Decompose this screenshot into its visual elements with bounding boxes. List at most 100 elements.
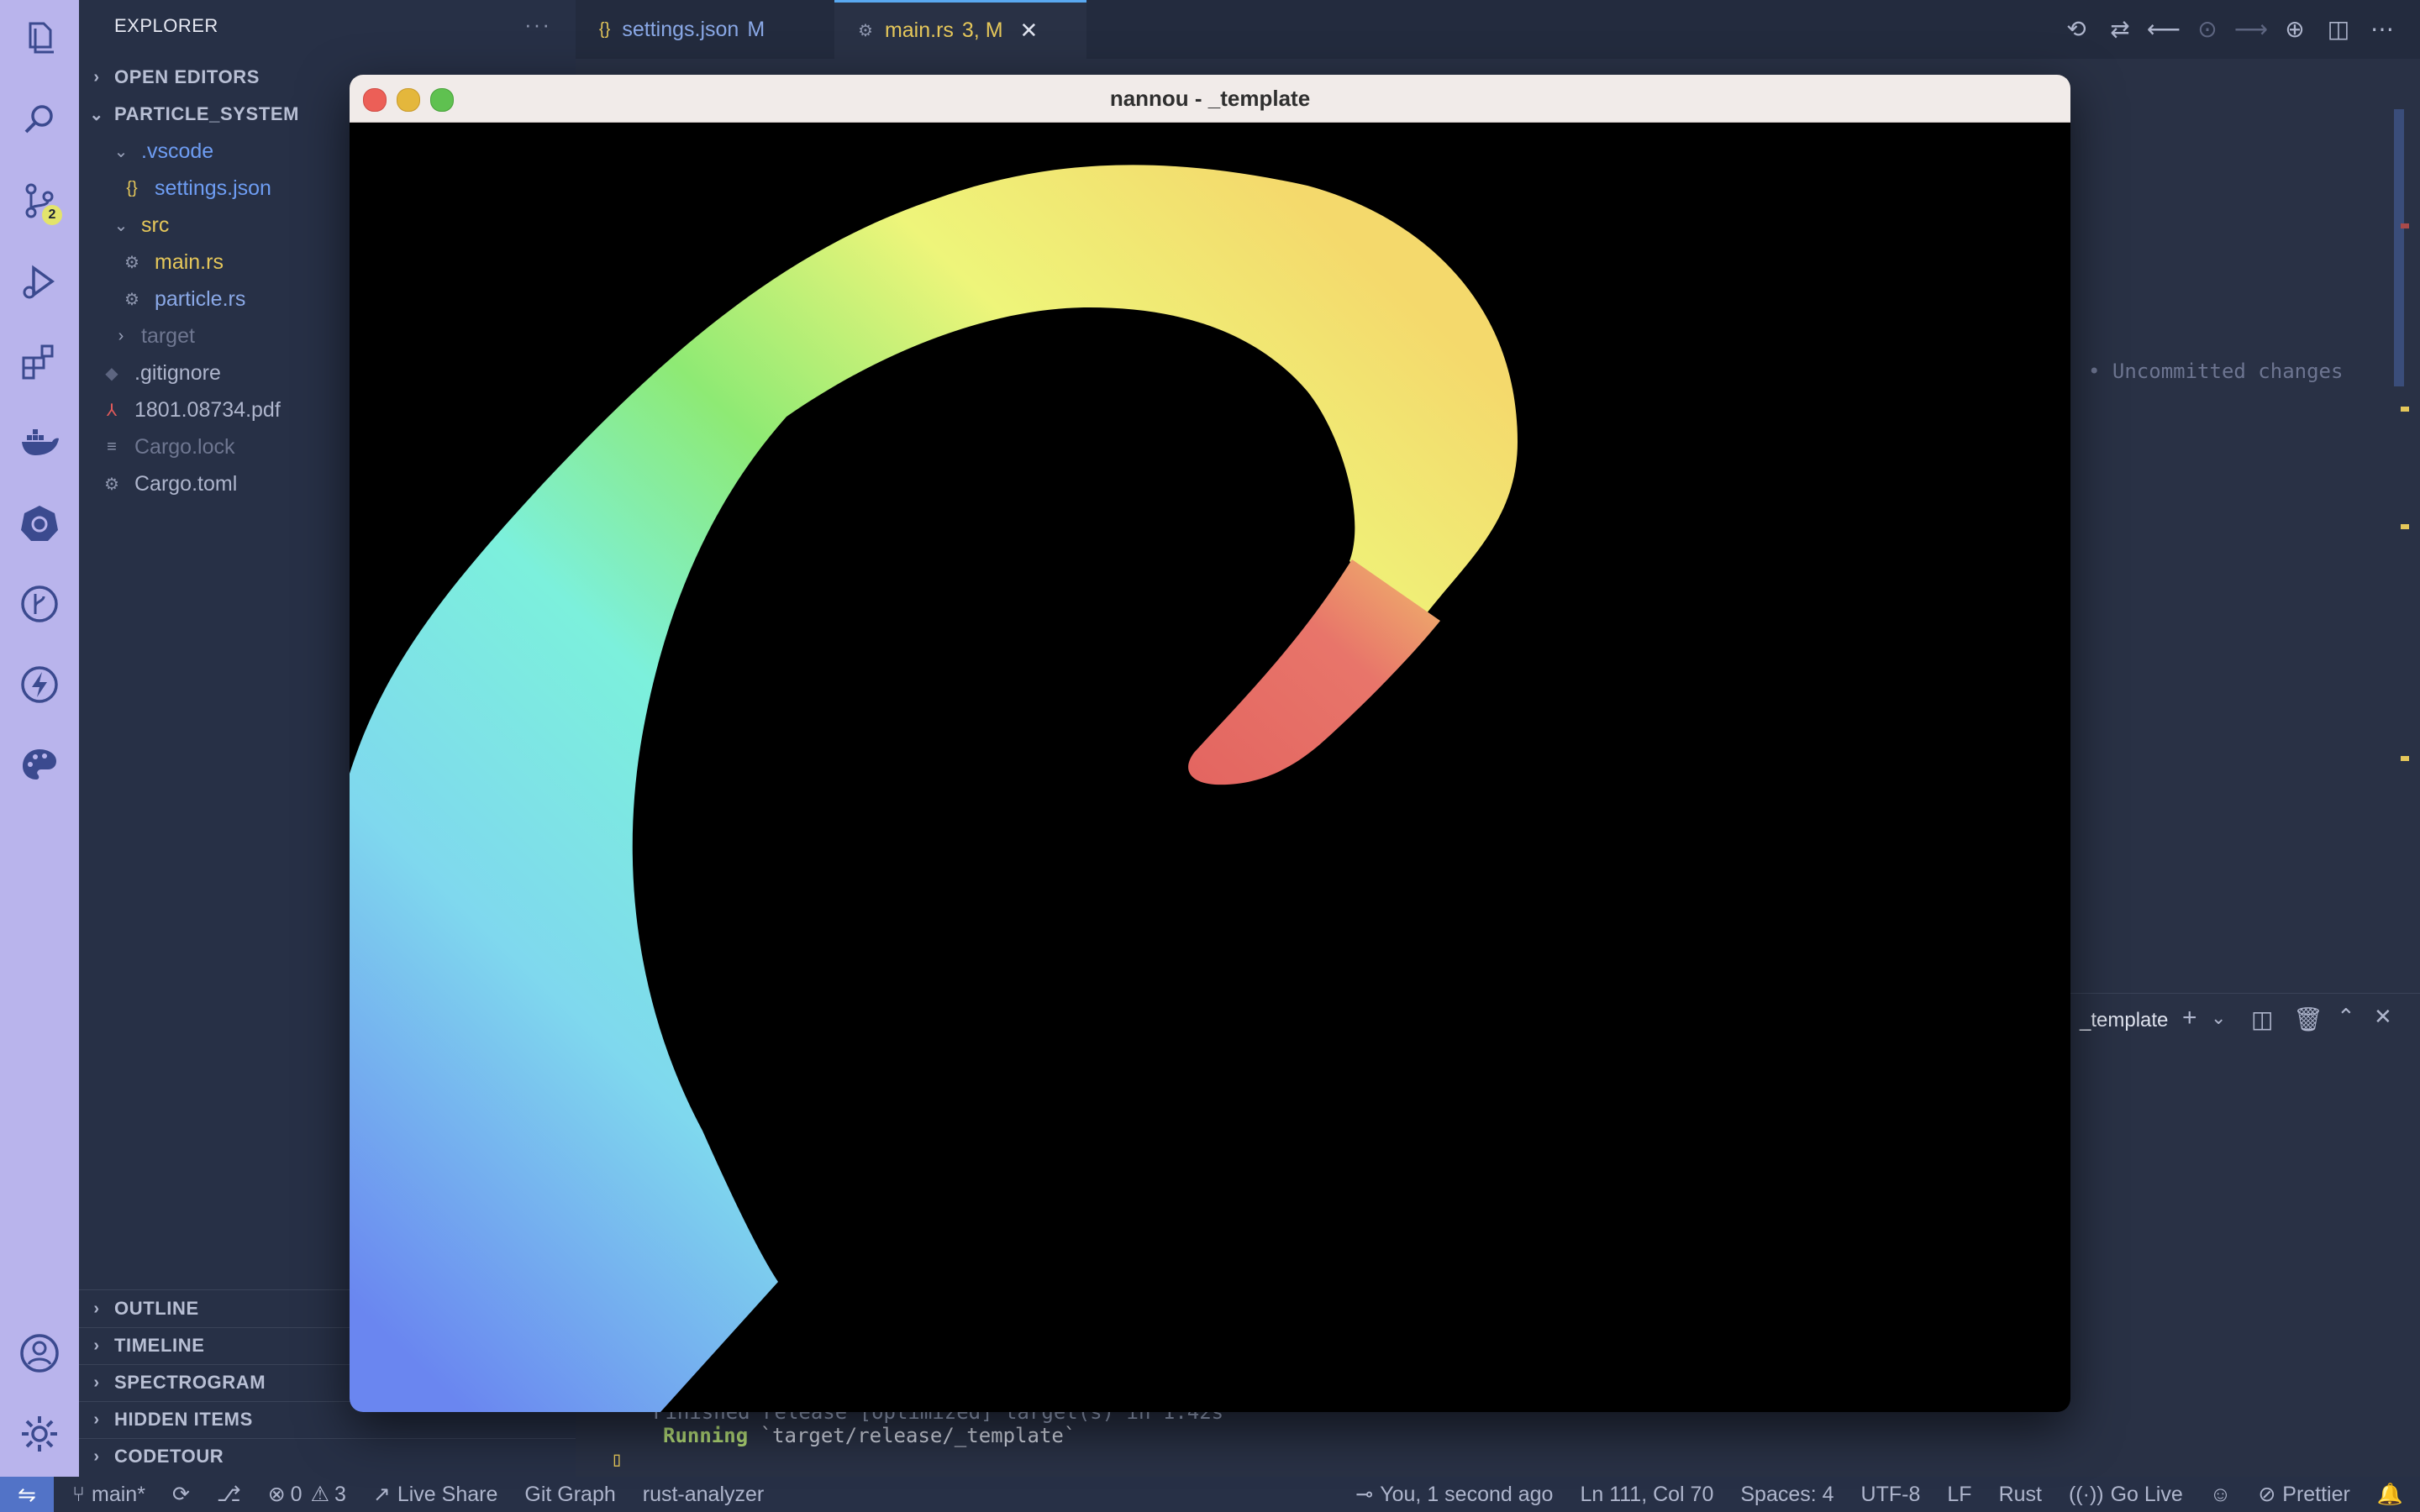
account-icon[interactable] — [17, 1331, 62, 1376]
thunder-icon[interactable] — [17, 662, 62, 707]
end-of-line[interactable]: LF — [1947, 1483, 1971, 1507]
copilot-icon[interactable]: ☺ — [2210, 1483, 2232, 1507]
window-titlebar[interactable]: nannou - _template — [350, 75, 2070, 123]
git-lens-icon[interactable]: ⊕ — [2273, 15, 2317, 43]
prettier-label: Prettier — [2282, 1482, 2350, 1506]
chevron-right-icon: › — [93, 1299, 100, 1318]
next-change-icon[interactable]: ⟶ — [2229, 15, 2273, 43]
branch-label: main* — [92, 1482, 145, 1506]
section-label: HIDDEN ITEMS — [114, 1409, 253, 1430]
section-label: OUTLINE — [114, 1298, 199, 1319]
terminal-cursor[interactable]: ▯ — [611, 1447, 623, 1471]
sidebar-title: EXPLORER — [114, 15, 218, 36]
section-label: OPEN EDITORS — [114, 66, 260, 87]
bell-icon[interactable]: 🔔 — [2377, 1483, 2403, 1507]
tab-settings-json[interactable]: {} settings.json M — [576, 0, 834, 59]
tab-status: 3, M — [961, 18, 1003, 42]
json-file-icon: {} — [126, 178, 138, 197]
error-icon: ⊗ — [267, 1483, 286, 1506]
go-live-item[interactable]: ((·)) Go Live — [2069, 1483, 2183, 1507]
tree-label: .vscode — [141, 139, 214, 163]
render-canvas — [350, 165, 1518, 1412]
extensions-icon[interactable] — [17, 339, 62, 385]
docker-icon[interactable] — [17, 420, 62, 465]
close-panel-icon[interactable]: ✕ — [2374, 1004, 2392, 1030]
broadcast-icon: ((·)) — [2068, 1482, 2104, 1506]
live-share-item[interactable]: ↗ Live Share — [373, 1482, 497, 1507]
pdf-file-icon: ⅄ — [106, 401, 118, 420]
lines-file-icon: ≡ — [107, 437, 117, 456]
language-mode[interactable]: Rust — [1999, 1483, 2042, 1507]
chevron-right-icon: › — [93, 1446, 100, 1466]
blame-item[interactable]: ⊸ You, 1 second ago — [1355, 1482, 1553, 1507]
tree-label: src — [141, 213, 170, 237]
palette-icon[interactable] — [17, 743, 62, 788]
chevron-down-icon[interactable]: ⌄ — [2211, 1007, 2226, 1029]
chevron-right-icon: › — [93, 67, 100, 87]
check-circle-icon: ⊘ — [2258, 1483, 2276, 1506]
search-icon[interactable] — [17, 97, 62, 143]
error-count: 0 — [290, 1482, 302, 1506]
previous-change-icon[interactable]: ⟵ — [2142, 15, 2186, 43]
cursor-position[interactable]: Ln 111, Col 70 — [1580, 1483, 1713, 1507]
section-label: PARTICLE_SYSTEM — [114, 103, 300, 124]
tab-label: main.rs — [884, 18, 954, 42]
blame-icon[interactable]: ⊙ — [2186, 15, 2229, 43]
activity-bar: 2 — [0, 0, 79, 1512]
overview-marker — [2401, 407, 2409, 412]
indentation[interactable]: Spaces: 4 — [1740, 1483, 1833, 1507]
tree-label: main.rs — [155, 249, 224, 274]
tree-label: Cargo.toml — [134, 471, 238, 496]
tab-main-rs[interactable]: ⚙ main.rs 3, M ✕ — [834, 0, 1086, 59]
warning-count: 3 — [334, 1482, 346, 1506]
maximize-panel-icon[interactable]: ⌃ — [2337, 1004, 2355, 1030]
split-editor-icon[interactable]: ◫ — [2317, 15, 2360, 43]
close-tab-icon[interactable]: ✕ — [1020, 18, 1039, 44]
tree-label: settings.json — [155, 176, 271, 200]
run-debug-icon[interactable] — [17, 259, 62, 304]
git-graph-icon[interactable] — [17, 581, 62, 627]
overview-marker — [2401, 524, 2409, 529]
terminal-name[interactable]: _template — [2080, 1009, 2168, 1032]
sync-icon[interactable]: ⟳ — [172, 1482, 190, 1507]
tab-bar: {} settings.json M ⚙ main.rs 3, M ✕ ⟲ ⇄ … — [576, 0, 2420, 59]
chevron-right-icon: › — [93, 1336, 100, 1355]
go-live-label: Go Live — [2110, 1482, 2183, 1506]
share-icon: ↗ — [372, 1483, 391, 1506]
prettier-item[interactable]: ⊘ Prettier — [2258, 1482, 2350, 1507]
nannou-window[interactable]: nannou - _template — [350, 75, 2070, 1412]
explorer-icon[interactable] — [17, 15, 62, 60]
section-label: CODETOUR — [114, 1446, 224, 1467]
settings-gear-icon[interactable] — [17, 1411, 62, 1457]
commit-icon: ⊸ — [1355, 1483, 1374, 1506]
encoding[interactable]: UTF-8 — [1861, 1483, 1921, 1507]
history-icon[interactable]: ⟲ — [2054, 15, 2098, 43]
gear-file-icon: ⚙ — [104, 475, 119, 494]
running-keyword: Running — [663, 1424, 749, 1447]
editor-actions: ⟲ ⇄ ⟵ ⊙ ⟶ ⊕ ◫ ⋯ — [2054, 15, 2404, 43]
rust-file-icon: ⚙ — [124, 290, 139, 309]
compare-changes-icon[interactable]: ⇄ — [2098, 15, 2142, 43]
more-actions-icon[interactable]: ··· — [524, 12, 551, 38]
kubernetes-icon[interactable] — [17, 501, 62, 546]
trash-icon[interactable]: 🗑 — [2293, 1005, 2323, 1033]
chevron-down-icon: ⌄ — [113, 142, 129, 161]
rust-analyzer-item[interactable]: rust-analyzer — [643, 1483, 765, 1507]
more-actions-icon[interactable]: ⋯ — [2360, 15, 2404, 43]
git-graph-item[interactable]: Git Graph — [524, 1483, 615, 1507]
branch-item[interactable]: ⑂ main* — [72, 1483, 145, 1507]
tree-label: 1801.08734.pdf — [134, 397, 281, 422]
split-terminal-icon[interactable]: ◫ — [2251, 1005, 2273, 1033]
section-label: SPECTROGRAM — [114, 1372, 266, 1393]
tab-status: M — [747, 17, 765, 41]
git-graph-status-icon[interactable]: ⎇ — [217, 1482, 241, 1507]
new-terminal-icon[interactable]: + — [2182, 1004, 2197, 1032]
scrollbar[interactable] — [2394, 109, 2404, 386]
problems-item[interactable]: ⊗ 0 ⚠ 3 — [268, 1482, 346, 1507]
tree-label: target — [141, 323, 195, 348]
overview-marker — [2401, 223, 2409, 228]
remote-icon[interactable]: ⇋ — [0, 1477, 54, 1512]
scm-badge: 2 — [42, 205, 62, 225]
codetour-section[interactable]: › CODETOUR — [79, 1438, 576, 1475]
tab-label: settings.json — [622, 17, 739, 41]
